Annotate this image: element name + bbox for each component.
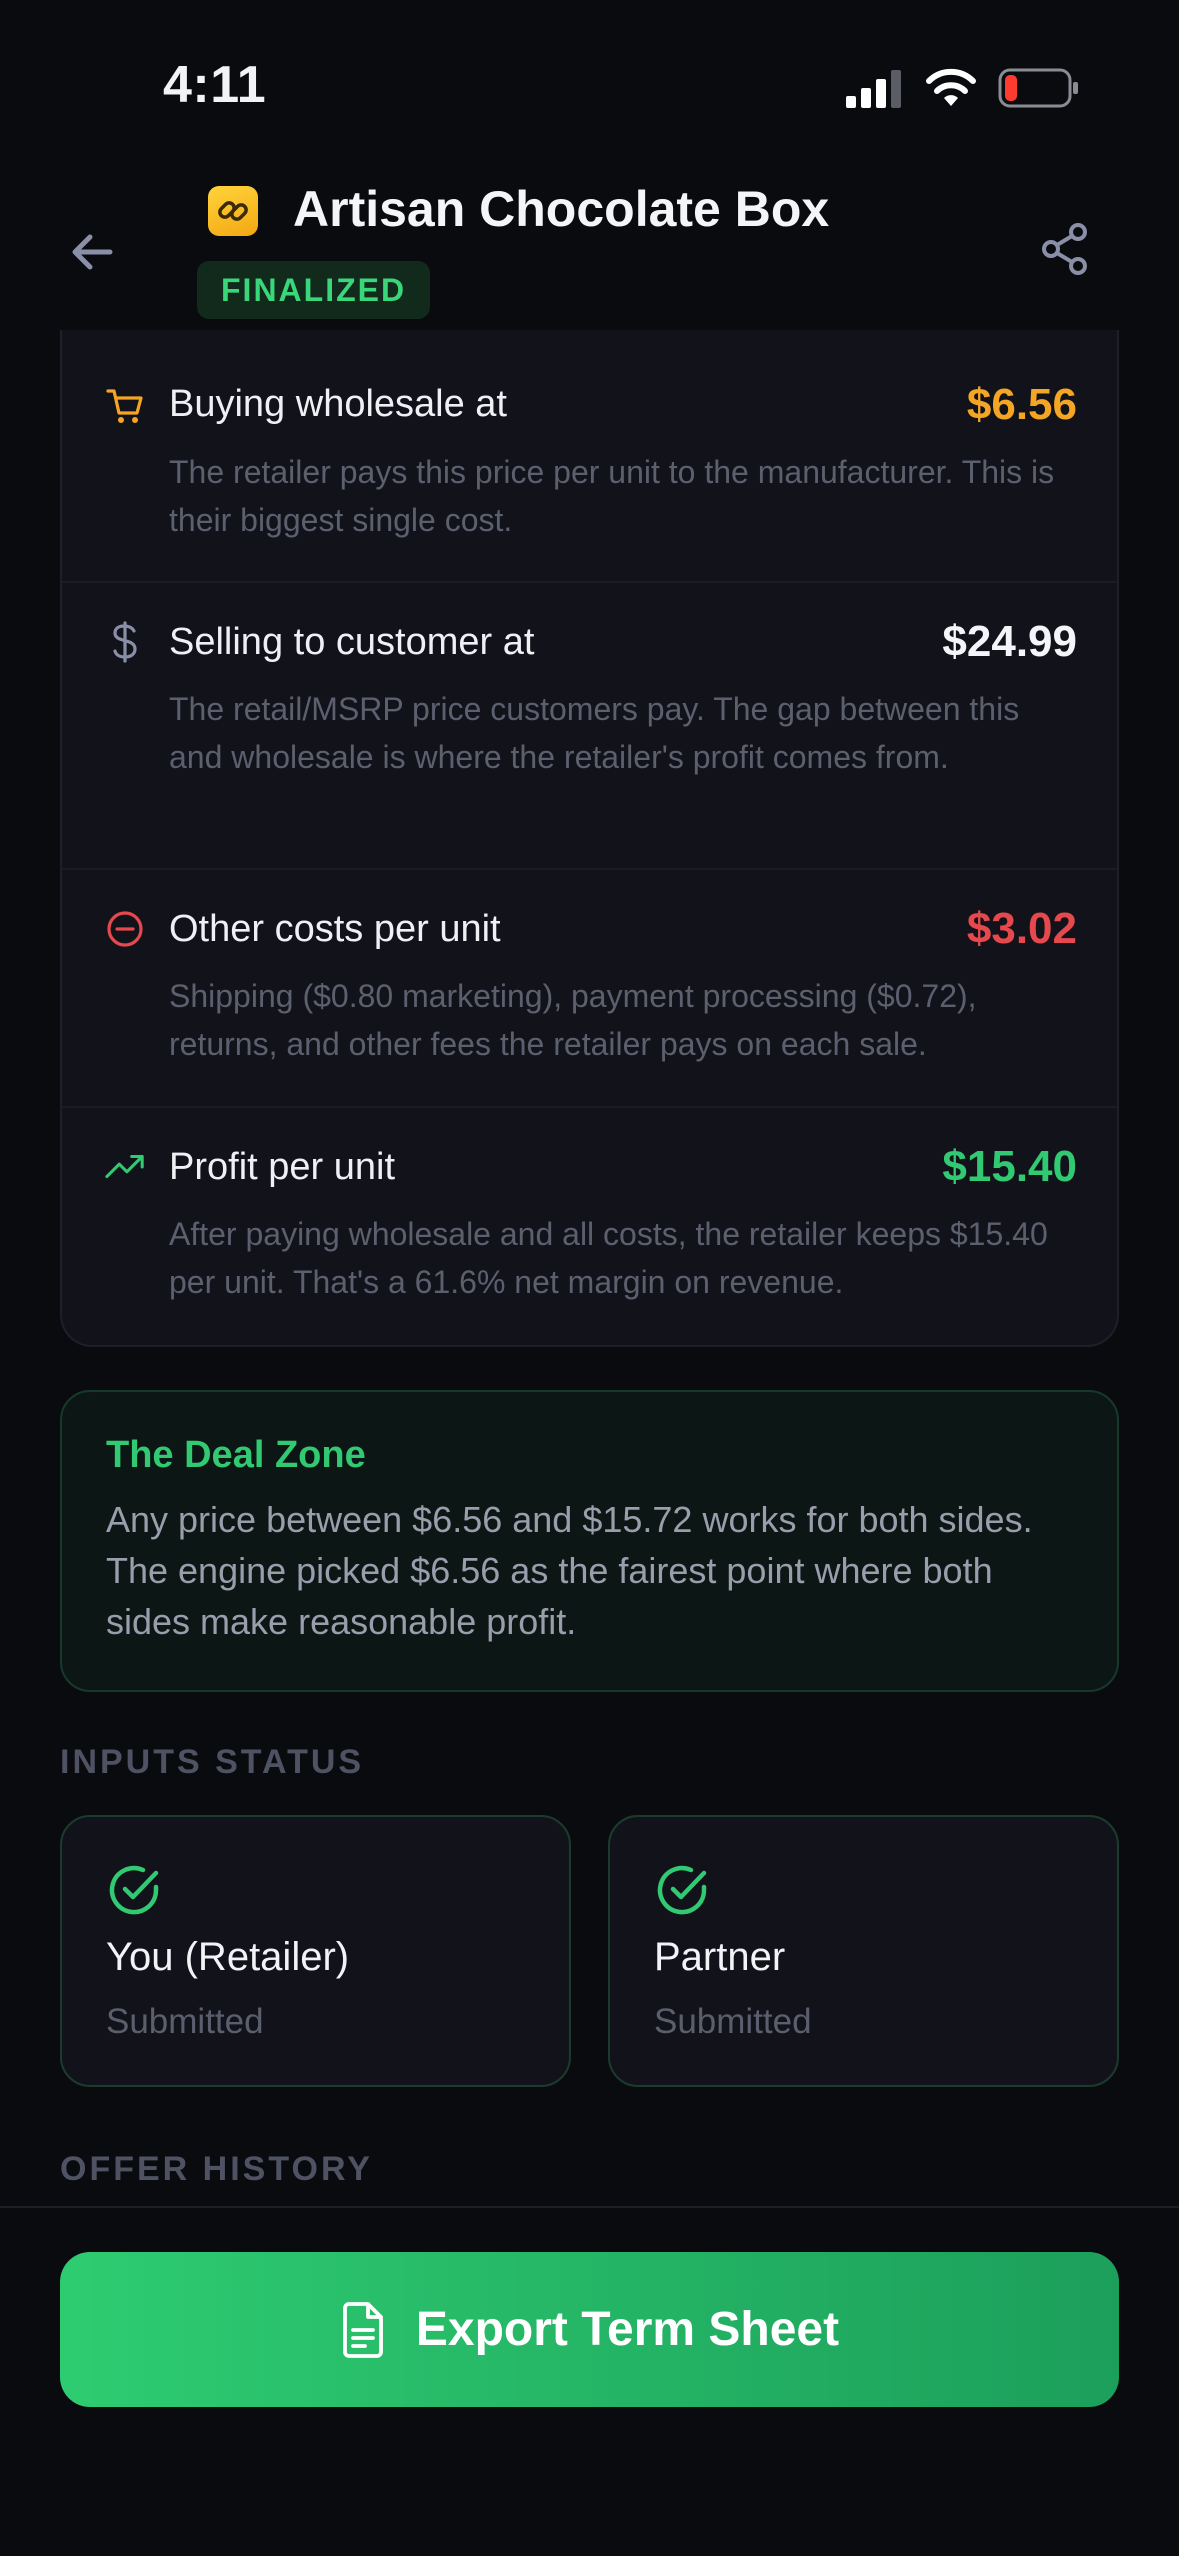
row-label: Profit per unit bbox=[169, 1146, 395, 1188]
price-breakdown-card: Buying wholesale at $6.56 The retailer p… bbox=[60, 330, 1119, 1347]
header: Artisan Chocolate Box FINALIZED bbox=[0, 150, 1179, 355]
dollar-icon bbox=[104, 621, 146, 663]
status-time: 4:11 bbox=[163, 56, 267, 114]
breakdown-row-retail: Selling to customer at $24.99 The retail… bbox=[62, 583, 1117, 870]
row-description: Shipping ($0.80 marketing), payment proc… bbox=[169, 978, 977, 1062]
status-card-retailer: You (Retailer) Submitted bbox=[60, 1815, 571, 2087]
inputs-status-heading: INPUTS STATUS bbox=[60, 1743, 365, 1781]
breakdown-row-profit: Profit per unit $15.40 After paying whol… bbox=[62, 1108, 1117, 1345]
deal-zone-text: Any price between $6.56 and $15.72 works… bbox=[106, 1499, 1033, 1642]
status-card-name: Partner bbox=[654, 1935, 786, 1979]
share-button[interactable] bbox=[1030, 214, 1100, 284]
row-value: $6.56 bbox=[966, 380, 1077, 429]
status-badge: FINALIZED bbox=[197, 261, 431, 319]
row-description: After paying wholesale and all costs, th… bbox=[169, 1216, 1048, 1300]
status-card-status: Submitted bbox=[654, 2002, 812, 2041]
arrow-left-icon bbox=[72, 234, 113, 270]
minus-circle-icon bbox=[104, 908, 146, 950]
row-description: The retail/MSRP price customers pay. The… bbox=[169, 691, 1020, 775]
app-screen: 4:11 Artisan Chocolate Box FINALIZED Buy… bbox=[0, 0, 1179, 2556]
check-circle-icon bbox=[109, 1865, 159, 1915]
status-card-partner: Partner Submitted bbox=[608, 1815, 1119, 2087]
status-bar: 4:11 bbox=[0, 0, 1179, 150]
row-label: Buying wholesale at bbox=[169, 383, 507, 425]
row-description: The retailer pays this price per unit to… bbox=[169, 454, 1055, 538]
wifi-icon bbox=[926, 68, 976, 106]
link-icon bbox=[208, 186, 258, 236]
share-icon bbox=[1042, 223, 1087, 275]
page-title: Artisan Chocolate Box bbox=[293, 181, 830, 237]
breakdown-row-wholesale: Buying wholesale at $6.56 The retailer p… bbox=[62, 330, 1117, 583]
battery-icon bbox=[998, 68, 1078, 108]
cart-icon bbox=[104, 385, 146, 427]
deal-zone-title: The Deal Zone bbox=[106, 1434, 366, 1476]
row-value: $15.40 bbox=[942, 1142, 1077, 1191]
trending-up-icon bbox=[104, 1146, 146, 1188]
bottom-action-bar: Export Term Sheet bbox=[0, 2206, 1179, 2556]
offer-history-heading: OFFER HISTORY bbox=[60, 2150, 373, 2188]
row-label: Selling to customer at bbox=[169, 621, 535, 663]
row-value: $24.99 bbox=[942, 617, 1077, 666]
export-button-label: Export Term Sheet bbox=[415, 2303, 840, 2356]
check-circle-icon bbox=[657, 1865, 707, 1915]
status-card-status: Submitted bbox=[106, 2002, 264, 2041]
status-card-name: You (Retailer) bbox=[106, 1935, 350, 1979]
document-icon bbox=[342, 2301, 383, 2358]
breakdown-row-other-costs: Other costs per unit $3.02 Shipping ($0.… bbox=[62, 870, 1117, 1108]
back-button[interactable] bbox=[60, 220, 124, 284]
export-term-sheet-button[interactable]: Export Term Sheet bbox=[60, 2252, 1119, 2407]
row-value: $3.02 bbox=[966, 904, 1077, 953]
deal-zone-card: The Deal Zone Any price between $6.56 an… bbox=[60, 1390, 1119, 1692]
row-label: Other costs per unit bbox=[169, 908, 501, 950]
signal-icon bbox=[846, 70, 901, 108]
